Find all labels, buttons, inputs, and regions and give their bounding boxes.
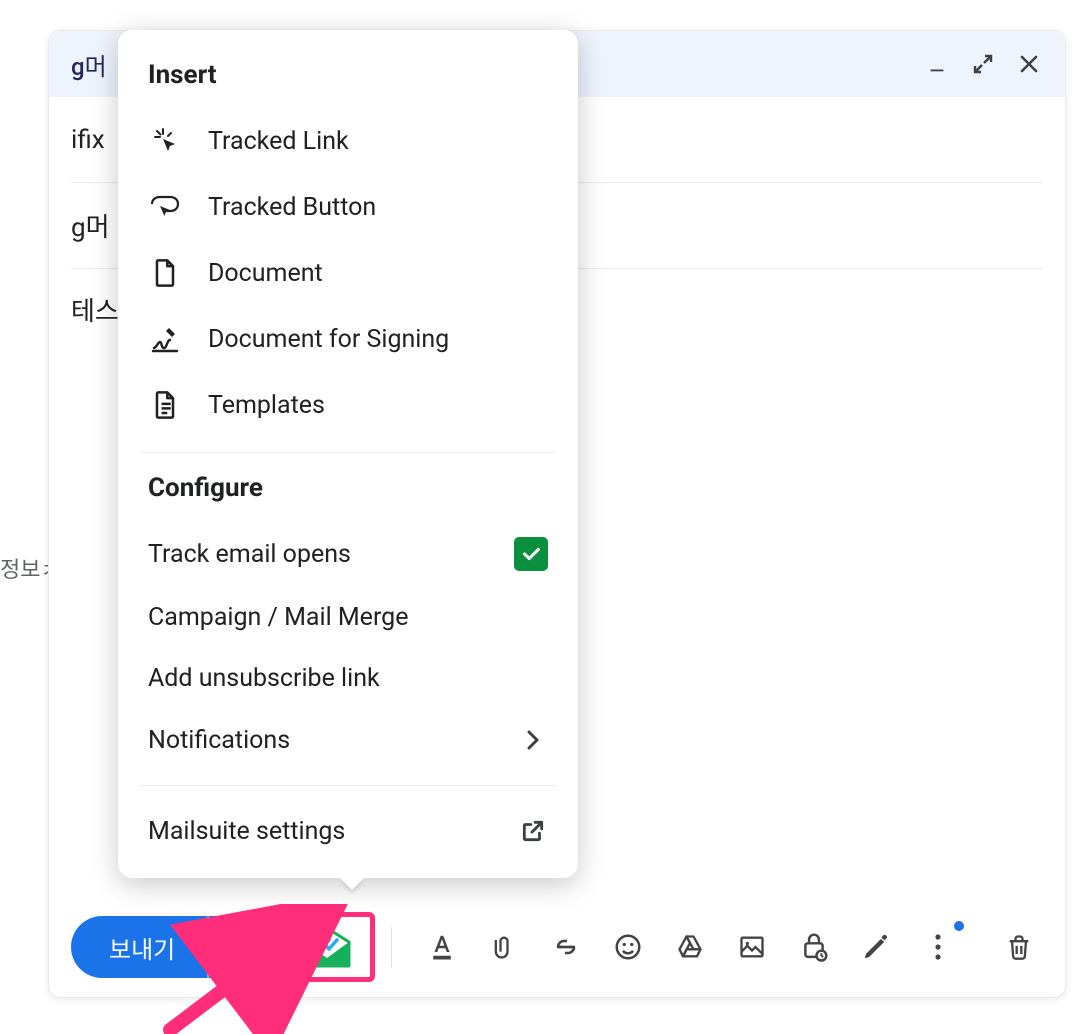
click-button-icon — [148, 190, 182, 224]
link-icon[interactable] — [542, 923, 590, 971]
image-icon[interactable] — [728, 923, 776, 971]
emoji-icon[interactable] — [604, 923, 652, 971]
menu-document[interactable]: Document — [118, 240, 578, 306]
fullscreen-button[interactable] — [969, 50, 997, 78]
chevron-right-icon — [518, 725, 548, 755]
menu-divider — [140, 452, 556, 453]
toolbar-separator — [391, 927, 392, 967]
menu-item-label: Notifications — [148, 726, 518, 755]
menu-item-label: Document — [208, 259, 323, 288]
pen-icon[interactable] — [852, 923, 900, 971]
to-value: ifix — [71, 125, 105, 155]
text-color-icon[interactable] — [418, 923, 466, 971]
menu-divider — [140, 785, 556, 786]
checkbox-checked-icon[interactable] — [514, 537, 548, 571]
window-controls — [923, 50, 1043, 78]
menu-unsubscribe[interactable]: Add unsubscribe link — [118, 648, 578, 709]
menu-item-label: Add unsubscribe link — [148, 664, 548, 693]
attachment-icon[interactable] — [480, 923, 528, 971]
mailsuite-popup: Insert Tracked Link Tracked Button Docum… — [118, 30, 578, 878]
compose-subject-preview: g머 — [71, 47, 107, 82]
menu-tracked-button[interactable]: Tracked Button — [118, 174, 578, 240]
body-value: 테스 — [71, 297, 119, 327]
close-button[interactable] — [1015, 50, 1043, 78]
toolbar-icons — [418, 923, 962, 971]
mailsuite-button[interactable] — [279, 912, 375, 982]
menu-item-label: Templates — [208, 391, 325, 420]
confidential-icon[interactable] — [790, 923, 838, 971]
mailsuite-envelope-icon — [299, 924, 355, 970]
configure-section-title: Configure — [118, 467, 578, 521]
menu-item-label: Track email opens — [148, 540, 514, 569]
menu-notifications[interactable]: Notifications — [118, 709, 578, 771]
discard-icon[interactable] — [995, 923, 1043, 971]
menu-item-label: Campaign / Mail Merge — [148, 603, 548, 632]
open-external-icon — [518, 816, 548, 846]
menu-item-label: Tracked Button — [208, 193, 376, 222]
subject-value: g머 — [71, 207, 110, 244]
page-icon — [148, 256, 182, 290]
send-more-button[interactable] — [207, 916, 265, 978]
compose-toolbar: 보내기 — [49, 907, 1065, 987]
menu-document-signing[interactable]: Document for Signing — [118, 306, 578, 372]
template-icon — [148, 388, 182, 422]
notification-dot-icon — [954, 921, 964, 931]
send-label: 보내기 — [71, 930, 207, 965]
menu-templates[interactable]: Templates — [118, 372, 578, 438]
menu-item-label: Mailsuite settings — [148, 817, 518, 846]
popup-tail — [340, 878, 364, 890]
menu-mailsuite-settings[interactable]: Mailsuite settings — [118, 800, 578, 862]
insert-section-title: Insert — [118, 54, 578, 108]
menu-track-opens[interactable]: Track email opens — [118, 521, 578, 587]
more-icon[interactable] — [914, 923, 962, 971]
menu-item-label: Document for Signing — [208, 325, 449, 354]
send-button[interactable]: 보내기 — [71, 916, 265, 978]
drive-icon[interactable] — [666, 923, 714, 971]
minimize-button[interactable] — [923, 50, 951, 78]
menu-tracked-link[interactable]: Tracked Link — [118, 108, 578, 174]
signature-icon — [148, 322, 182, 356]
menu-campaign[interactable]: Campaign / Mail Merge — [118, 587, 578, 648]
click-burst-icon — [148, 124, 182, 158]
menu-item-label: Tracked Link — [208, 127, 349, 156]
